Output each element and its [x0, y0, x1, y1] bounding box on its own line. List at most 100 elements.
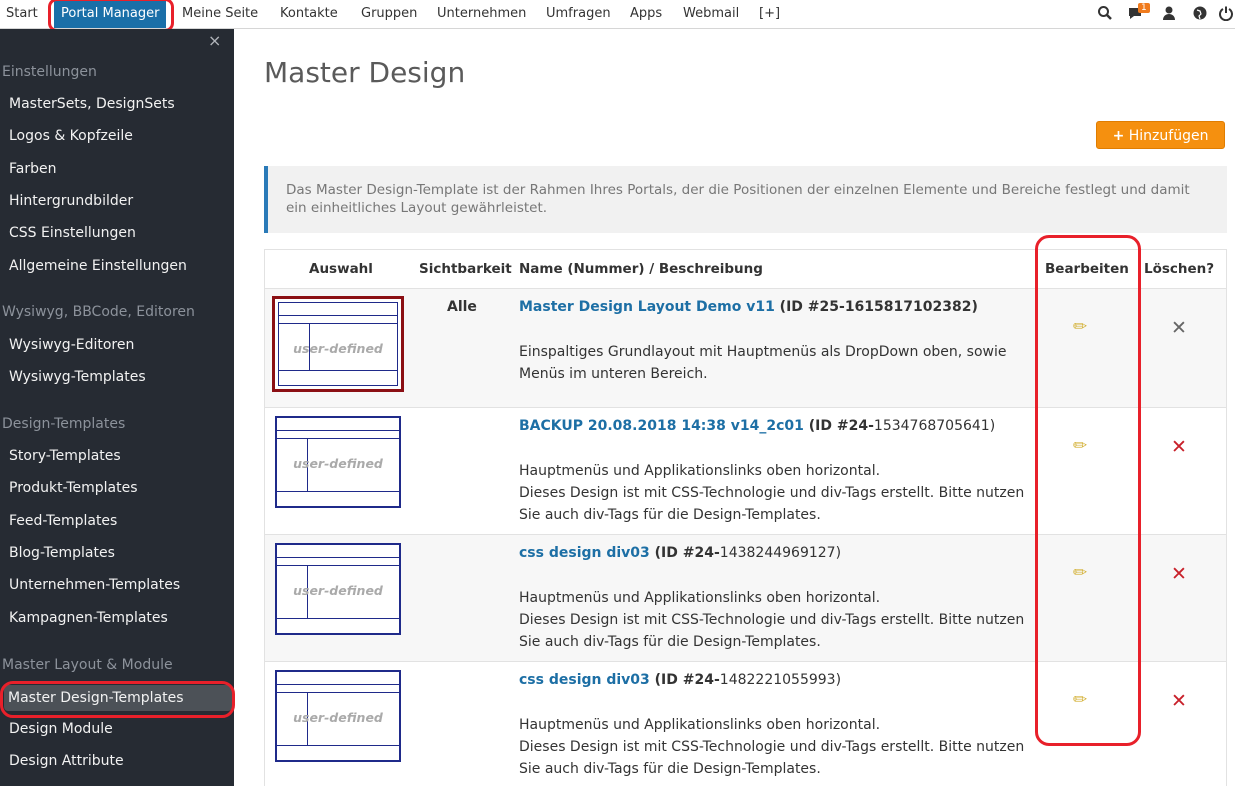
sidebar: × Einstellungen MasterSets, DesignSets L… [0, 29, 234, 786]
notification-badge: 1 [1138, 3, 1150, 13]
delete-icon[interactable]: ✕ [1171, 317, 1187, 339]
template-id-number: 1534768705641 [873, 418, 990, 434]
header-auswahl: Auswahl [309, 261, 373, 277]
header-loeschen: Löschen? [1144, 261, 1215, 277]
top-navigation: Start Portal Manager Meine Seite Kontakt… [0, 0, 1235, 29]
sidebar-item-wysiwyg-editoren[interactable]: Wysiwyg-Editoren [9, 337, 134, 353]
template-link[interactable]: Master Design Layout Demo v11 [519, 299, 775, 315]
template-thumbnail[interactable]: user-defined [275, 670, 401, 762]
sidebar-item-css[interactable]: CSS Einstellungen [9, 225, 136, 241]
template-link[interactable]: css design div03 [519, 672, 650, 688]
plus-icon: + [1112, 128, 1125, 144]
pencil-icon[interactable]: ✏ [1073, 436, 1087, 456]
sidebar-item-master-design-templates[interactable]: Master Design-Templates [4, 685, 232, 711]
template-id-suffix: ) [989, 418, 996, 434]
header-bearbeiten: Bearbeiten [1045, 261, 1129, 277]
sidebar-item-blog-templates[interactable]: Blog-Templates [9, 545, 115, 561]
page-title: Master Design [264, 56, 466, 89]
nav-meine-seite[interactable]: Meine Seite [182, 0, 258, 28]
template-id-number: 1438244969127 [719, 545, 836, 561]
template-id-suffix: ) [835, 672, 842, 688]
nav-kontakte[interactable]: Kontakte [280, 0, 338, 28]
template-name: Master Design Layout Demo v11 (ID #25-16… [519, 299, 1029, 315]
sidebar-item-mastersets[interactable]: MasterSets, DesignSets [9, 96, 175, 112]
table-row: user-defined BACKUP 20.08.2018 14:38 v14… [265, 407, 1226, 535]
template-id-number: 1482221055993 [719, 672, 836, 688]
sidebar-section-design-templates: Design-Templates [2, 416, 126, 432]
description-line: Hauptmenüs und Applikationslinks oben ho… [519, 717, 881, 733]
template-description: Einspaltiges Grundlayout mit Hauptmenüs … [519, 341, 1029, 385]
info-text: Das Master Design-Template ist der Rahme… [286, 182, 1190, 216]
thumbnail-label: user-defined [293, 341, 383, 356]
template-name: css design div03 (ID #24-1482221055993) [519, 672, 1029, 688]
templates-table: Auswahl Sichtbarkeit Name (Nummer) / Bes… [264, 249, 1227, 786]
template-id-number: 1615817102382 [844, 299, 972, 315]
template-description: Hauptmenüs und Applikationslinks oben ho… [519, 460, 1029, 526]
sidebar-item-farben[interactable]: Farben [9, 161, 56, 177]
template-id-prefix: (ID #24- [649, 545, 720, 561]
header-name: Name (Nummer) / Beschreibung [519, 261, 763, 277]
pencil-icon[interactable]: ✏ [1073, 317, 1087, 337]
sidebar-item-kampagnen-templates[interactable]: Kampagnen-Templates [9, 610, 168, 626]
template-link[interactable]: BACKUP 20.08.2018 14:38 v14_2c01 [519, 418, 804, 434]
thumbnail-label: user-defined [293, 710, 383, 725]
table-row: user-defined css design div03 (ID #24-14… [265, 534, 1226, 662]
pencil-icon[interactable]: ✏ [1073, 690, 1087, 710]
visibility-value: Alle [447, 299, 477, 315]
close-icon[interactable]: × [208, 31, 221, 50]
table-row: user-defined Alle Master Design Layout D… [265, 288, 1226, 408]
description-line: Hauptmenüs und Applikationslinks oben ho… [519, 590, 881, 606]
sidebar-item-design-attribute[interactable]: Design Attribute [9, 753, 124, 769]
nav-portal-manager[interactable]: Portal Manager [54, 0, 167, 28]
thumbnail-label: user-defined [293, 456, 383, 471]
template-thumbnail[interactable]: user-defined [272, 296, 404, 392]
nav-add-tab[interactable]: [+] [759, 0, 780, 28]
thumbnail-label: user-defined [293, 583, 383, 598]
pencil-icon[interactable]: ✏ [1073, 563, 1087, 583]
nav-gruppen[interactable]: Gruppen [361, 0, 417, 28]
template-id-suffix: ) [835, 545, 842, 561]
template-description: Hauptmenüs und Applikationslinks oben ho… [519, 714, 1029, 780]
user-icon[interactable] [1160, 5, 1178, 23]
sidebar-section-einstellungen: Einstellungen [2, 64, 97, 80]
header-sichtbarkeit: Sichtbarkeit [419, 261, 512, 277]
sidebar-item-wysiwyg-templates[interactable]: Wysiwyg-Templates [9, 369, 146, 385]
sidebar-item-produkt-templates[interactable]: Produkt-Templates [9, 480, 138, 496]
template-id-prefix: (ID #24- [649, 672, 720, 688]
sidebar-item-story-templates[interactable]: Story-Templates [9, 448, 121, 464]
info-box: Das Master Design-Template ist der Rahme… [264, 166, 1227, 233]
template-id-prefix: (ID #24- [803, 418, 874, 434]
template-id-suffix: ) [971, 299, 978, 315]
globe-icon[interactable] [1191, 5, 1209, 23]
add-button-label: Hinzufügen [1128, 128, 1209, 144]
description-line: Dieses Design ist mit CSS-Technologie un… [519, 739, 1025, 777]
template-name: css design div03 (ID #24-1438244969127) [519, 545, 1029, 561]
sidebar-item-unternehmen-templates[interactable]: Unternehmen-Templates [9, 577, 180, 593]
nav-umfragen[interactable]: Umfragen [546, 0, 611, 28]
add-button[interactable]: + Hinzufügen [1096, 121, 1225, 149]
search-icon[interactable] [1096, 5, 1114, 23]
description-line: Einspaltiges Grundlayout mit Hauptmenüs … [519, 344, 1007, 382]
nav-webmail[interactable]: Webmail [683, 0, 739, 28]
nav-unternehmen[interactable]: Unternehmen [437, 0, 526, 28]
nav-start[interactable]: Start [6, 0, 38, 28]
delete-icon[interactable]: ✕ [1171, 436, 1187, 458]
sidebar-item-hintergrundbilder[interactable]: Hintergrundbilder [9, 193, 133, 209]
description-line: Hauptmenüs und Applikationslinks oben ho… [519, 463, 881, 479]
sidebar-item-feed-templates[interactable]: Feed-Templates [9, 513, 117, 529]
sidebar-item-design-module[interactable]: Design Module [9, 721, 113, 737]
template-description: Hauptmenüs und Applikationslinks oben ho… [519, 587, 1029, 653]
nav-apps[interactable]: Apps [630, 0, 662, 28]
template-link[interactable]: css design div03 [519, 545, 650, 561]
delete-icon[interactable]: ✕ [1171, 690, 1187, 712]
template-id-prefix: (ID #25- [774, 299, 845, 315]
power-icon[interactable] [1217, 5, 1235, 23]
sidebar-item-allgemeine[interactable]: Allgemeine Einstellungen [9, 258, 187, 274]
delete-icon[interactable]: ✕ [1171, 563, 1187, 585]
sidebar-section-wysiwyg: Wysiwyg, BBCode, Editoren [2, 304, 195, 320]
template-thumbnail[interactable]: user-defined [275, 543, 401, 635]
template-name: BACKUP 20.08.2018 14:38 v14_2c01 (ID #24… [519, 418, 1029, 434]
sidebar-item-logos[interactable]: Logos & Kopfzeile [9, 128, 133, 144]
template-thumbnail[interactable]: user-defined [275, 416, 401, 508]
description-line: Dieses Design ist mit CSS-Technologie un… [519, 612, 1025, 650]
